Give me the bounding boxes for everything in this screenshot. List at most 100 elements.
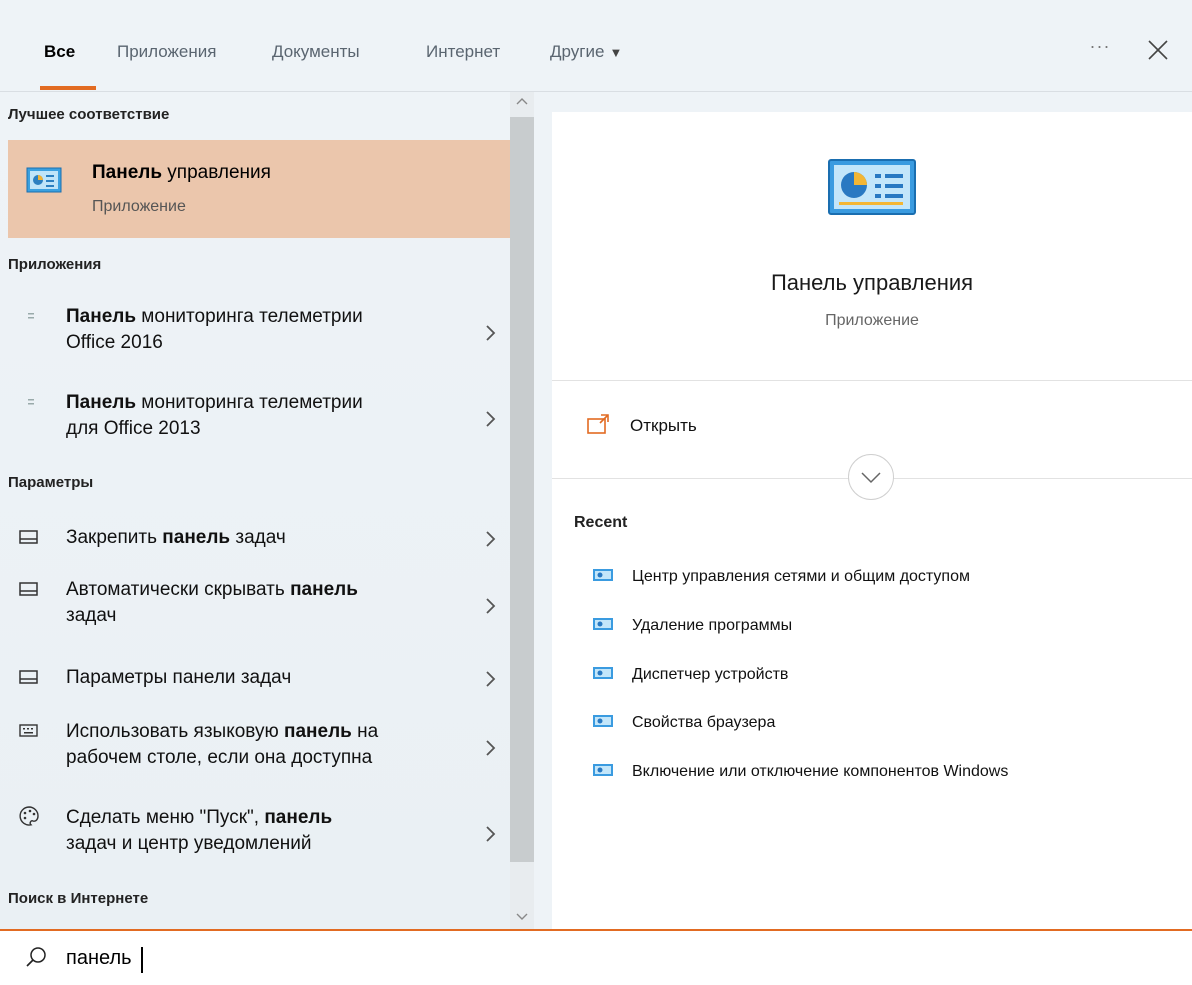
preview-pane: Панель управления Приложение Открыть Rec… xyxy=(552,112,1192,929)
list-item-label-bold: Панель xyxy=(66,306,137,327)
recent-item-label: Свойства браузера xyxy=(632,714,776,731)
scroll-down-icon[interactable] xyxy=(513,910,531,924)
list-item-label: Панель мониторинга телеметрии для Office … xyxy=(66,390,466,442)
results-pane: Лучшее соответствие Панель управления Пр… xyxy=(0,92,510,929)
list-item-label: Закрепить панель задач xyxy=(66,525,466,551)
scrollbar-thumb[interactable] xyxy=(510,117,534,862)
chevron-down-icon xyxy=(861,472,881,484)
control-panel-icon xyxy=(26,166,62,201)
list-item-label: Параметры панели задач xyxy=(66,667,292,688)
best-match-title-bold: Панель xyxy=(92,162,163,183)
tab-all[interactable]: Все xyxy=(44,42,75,62)
active-tab-indicator xyxy=(40,86,96,90)
close-icon xyxy=(1148,40,1168,60)
list-item-setting[interactable]: Использовать языковую панель на рабочем с… xyxy=(8,719,510,775)
preview-subtitle: Приложение xyxy=(825,312,919,329)
taskbar-icon xyxy=(18,579,40,604)
section-best-match: Лучшее соответствие xyxy=(8,106,170,123)
list-item-label-pre: Закрепить xyxy=(66,527,163,548)
list-item-label-post: задач xyxy=(230,527,286,548)
search-icon xyxy=(24,945,48,974)
list-item-label-bold: панель xyxy=(264,807,333,828)
section-apps: Приложения xyxy=(8,256,102,273)
list-item-label-pre: Автоматически скрывать xyxy=(66,579,291,600)
taskbar-icon xyxy=(18,527,40,552)
search-input[interactable] xyxy=(66,943,466,973)
divider xyxy=(552,380,1192,381)
list-item-app[interactable]: Панель мониторинга телеметрии для Office … xyxy=(8,390,510,446)
list-item-label-line2: для Office 2013 xyxy=(66,418,201,439)
control-panel-item-icon xyxy=(592,713,614,734)
open-label: Открыть xyxy=(630,416,697,435)
list-item-label-bold: Панель xyxy=(66,392,137,413)
app-icon xyxy=(26,396,36,415)
tab-apps[interactable]: Приложения xyxy=(117,42,216,62)
list-item-label-pre: Использовать языковую xyxy=(66,721,285,742)
recent-item[interactable]: Свойства браузера xyxy=(592,710,1152,736)
control-panel-icon xyxy=(827,158,917,223)
list-item-label-line2: рабочем столе, если она доступна xyxy=(66,747,373,768)
chevron-right-icon xyxy=(484,737,498,759)
best-match-item[interactable]: Панель управления Приложение xyxy=(8,140,510,238)
list-item-setting[interactable]: Параметры панели задач xyxy=(8,665,510,695)
scroll-up-icon[interactable] xyxy=(513,94,531,108)
list-item-label-bold: панель xyxy=(284,721,352,742)
list-item-label-bold: панель xyxy=(290,579,358,600)
chevron-right-icon xyxy=(484,595,498,617)
chevron-right-icon xyxy=(484,823,498,845)
palette-icon xyxy=(18,805,40,832)
open-action[interactable]: Открыть xyxy=(586,412,886,442)
list-item-setting[interactable]: Сделать меню "Пуск", панель задач и центр… xyxy=(8,805,510,861)
list-item-label-rest: мониторинга телеметрии xyxy=(136,306,363,327)
recent-item-label: Диспетчер устройств xyxy=(632,666,789,683)
list-item-label: Панель мониторинга телеметрии Office 2016 xyxy=(66,304,466,356)
recent-item[interactable]: Удаление программы xyxy=(592,613,1152,639)
control-panel-item-icon xyxy=(592,665,614,686)
recent-item[interactable]: Диспетчер устройств xyxy=(592,662,1152,688)
search-tab-bar: Все Приложения Документы Интернет Другие… xyxy=(0,0,1192,92)
tab-other[interactable]: Другие ▼ xyxy=(550,42,622,62)
control-panel-item-icon xyxy=(592,567,614,588)
expand-button[interactable] xyxy=(848,454,894,500)
list-item-label-bold: панель xyxy=(162,527,231,548)
chevron-right-icon xyxy=(484,408,498,430)
list-item-label-line2: Office 2016 xyxy=(66,332,163,353)
chevron-down-icon: ▼ xyxy=(609,45,623,60)
recent-item-label: Включение или отключение компонентов Win… xyxy=(632,763,1009,780)
list-item-label-post: на xyxy=(351,721,379,742)
chevron-right-icon xyxy=(484,528,498,550)
recent-item-label: Центр управления сетями и общим доступом xyxy=(632,568,970,585)
list-item-label: Сделать меню "Пуск", панель задач и центр… xyxy=(66,805,466,857)
close-button[interactable] xyxy=(1138,30,1178,70)
tab-other-label: Другие xyxy=(550,42,605,61)
list-item-app[interactable]: Панель мониторинга телеметрии Office 2016 xyxy=(8,304,510,360)
list-item-setting[interactable]: Автоматически скрывать панель задач xyxy=(8,577,510,633)
recent-item-label: Удаление программы xyxy=(632,617,793,634)
recent-heading: Recent xyxy=(574,514,628,531)
control-panel-item-icon xyxy=(592,762,614,783)
section-web-search: Поиск в Интернете xyxy=(8,890,149,907)
list-item-label-rest: мониторинга телеметрии xyxy=(136,392,363,413)
recent-item[interactable]: Центр управления сетями и общим доступом xyxy=(592,564,1152,590)
best-match-title-rest: управления xyxy=(162,162,271,183)
list-item-label: Использовать языковую панель на рабочем с… xyxy=(66,719,466,771)
tab-documents[interactable]: Документы xyxy=(272,42,360,62)
preview-title: Панель управления xyxy=(770,270,974,295)
best-match-title: Панель управления xyxy=(92,162,271,184)
list-item-label-line2: задач xyxy=(66,605,117,626)
list-item-label: Автоматически скрывать панель задач xyxy=(66,577,466,629)
open-external-icon xyxy=(586,412,612,441)
search-bar xyxy=(0,929,1192,985)
text-cursor xyxy=(141,947,143,973)
best-match-subtitle: Приложение xyxy=(92,198,186,215)
recent-item[interactable]: Включение или отключение компонентов Win… xyxy=(592,759,1152,785)
more-options-button[interactable]: ··· xyxy=(1080,36,1120,66)
chevron-right-icon xyxy=(484,668,498,690)
keyboard-icon xyxy=(18,721,40,746)
tab-internet[interactable]: Интернет xyxy=(426,42,500,62)
app-icon xyxy=(26,310,36,329)
chevron-right-icon xyxy=(484,322,498,344)
section-settings: Параметры xyxy=(8,474,94,491)
taskbar-icon xyxy=(18,667,40,692)
list-item-setting[interactable]: Закрепить панель задач xyxy=(8,525,510,555)
